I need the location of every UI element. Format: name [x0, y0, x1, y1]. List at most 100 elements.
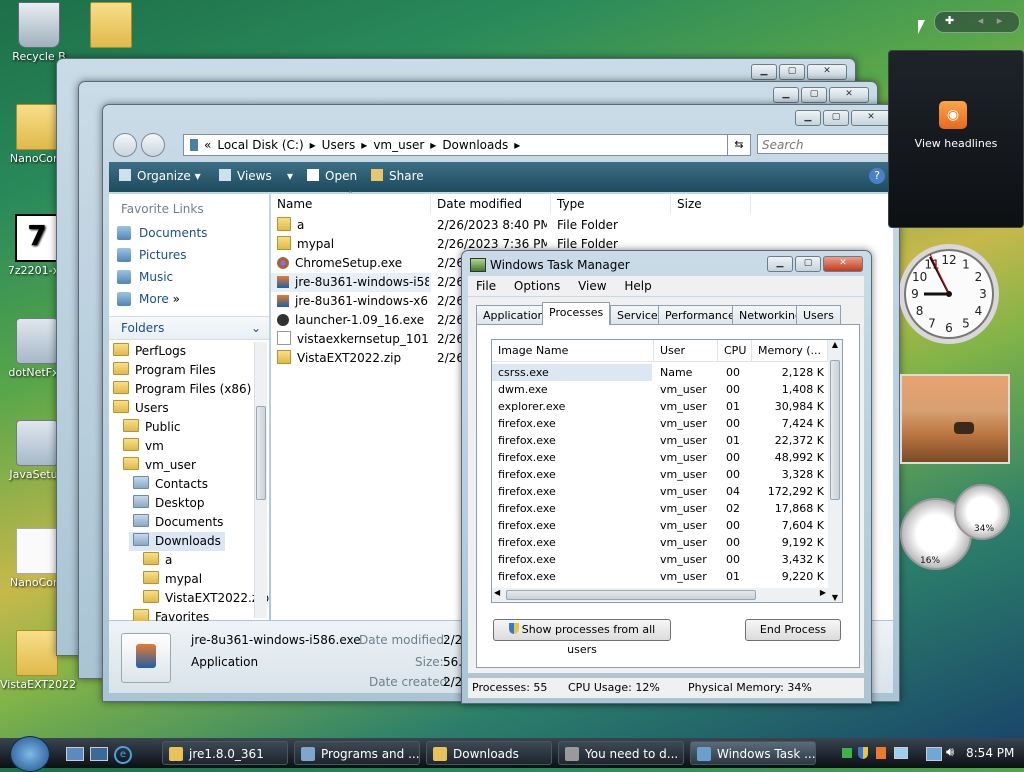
column-header-size[interactable]: Size	[671, 194, 751, 214]
maximize-button[interactable]: ▢	[823, 110, 849, 126]
process-row[interactable]: firefox.exe vm_user 04 172,292 K	[492, 483, 828, 500]
breadcrumb-item[interactable]: Downloads	[442, 138, 508, 152]
close-button[interactable]: ✕	[851, 110, 891, 126]
tree-item[interactable]: PerfLogs	[109, 342, 269, 361]
tree-item[interactable]: vm_user	[109, 456, 269, 475]
scroll-left-icon[interactable]: ◀	[494, 588, 500, 597]
organize-button[interactable]: Organize ▾	[119, 169, 201, 183]
share-button[interactable]: Share	[371, 169, 424, 183]
tray-shield-icon[interactable]	[858, 747, 868, 759]
breadcrumb-chevron-icon[interactable]: ▸	[514, 138, 520, 152]
minimize-button[interactable]: ▁	[795, 110, 821, 126]
process-column-2[interactable]: CPU	[718, 340, 752, 362]
network-icon[interactable]	[926, 747, 942, 761]
help-icon[interactable]: ?	[869, 168, 885, 184]
desktop-icon-recycle-b[interactable]: Recycle B	[2, 2, 76, 63]
desktop-icon-folder[interactable]	[74, 2, 148, 50]
menu-help[interactable]: Help	[624, 279, 651, 293]
prev-icon[interactable]: ◂	[978, 14, 984, 27]
column-header-date-modified[interactable]: Date modified	[431, 194, 551, 214]
tree-scrollbar[interactable]	[254, 342, 267, 618]
switch-windows-icon[interactable]	[90, 747, 108, 761]
tree-item[interactable]: mypal	[109, 570, 269, 589]
feed-gadget[interactable]: ◉ View headlines	[888, 50, 1024, 228]
process-row[interactable]: firefox.exe vm_user 00 9,192 K	[492, 534, 828, 551]
taskbar-button[interactable]: Downloads	[426, 741, 552, 765]
menu-file[interactable]: File	[476, 279, 496, 293]
scroll-down-icon[interactable]: ▼	[828, 593, 842, 602]
address-bar[interactable]: « Local Disk (C:) ▸ Users ▸ vm_user ▸ Downloads…	[183, 134, 745, 156]
tray-icon-green[interactable]	[842, 748, 852, 758]
menu-options[interactable]: Options	[514, 279, 560, 293]
process-row[interactable]: csrss.exe 00 2,128 K	[492, 364, 824, 381]
file-row[interactable]: jre-8u361-windows-i58... 2/26	[271, 273, 464, 292]
tree-item[interactable]: VistaEXT2022.zip	[109, 589, 269, 608]
process-row[interactable]: firefox.exe vm_user 01 22,372 K	[492, 432, 828, 449]
minimize-button[interactable]: ▁	[767, 256, 793, 272]
breadcrumb-item[interactable]: Local Disk (C:)	[217, 138, 303, 152]
refresh-button[interactable]: ⇆	[727, 134, 751, 156]
favorite-link-pictures[interactable]: Pictures	[109, 244, 269, 266]
process-column-1[interactable]: User Name	[654, 340, 718, 379]
tree-item[interactable]: Contacts	[109, 475, 269, 494]
tab-processes[interactable]: Processes	[542, 302, 611, 325]
taskbar-button[interactable]: Windows Task ...	[690, 741, 816, 765]
tray-monitor-icon[interactable]	[894, 747, 908, 759]
process-row[interactable]: firefox.exe vm_user 02 17,868 K	[492, 500, 828, 517]
scroll-up-icon[interactable]: ▲	[828, 340, 842, 349]
process-row[interactable]: firefox.exe vm_user 00 48,992 K	[492, 449, 828, 466]
process-row[interactable]: firefox.exe vm_user 00 7,604 K	[492, 517, 828, 534]
back-button[interactable]	[113, 133, 137, 157]
tray-java-icon[interactable]	[876, 747, 886, 759]
close-button[interactable]: ✕	[807, 64, 847, 80]
volume-icon[interactable]: 🔊︎	[946, 745, 954, 760]
taskbar-button[interactable]: jre1.8.0_361	[162, 741, 288, 765]
taskbar-button[interactable]: You need to d...	[558, 741, 684, 765]
tree-item[interactable]: Program Files (x86)	[109, 380, 269, 399]
process-hscroll-thumb[interactable]	[506, 590, 756, 600]
breadcrumb-item[interactable]: vm_user	[373, 138, 424, 152]
process-row[interactable]: dwm.exe vm_user 00 1,408 K	[492, 381, 828, 398]
minimize-button[interactable]: ▁	[773, 87, 799, 103]
process-column-3[interactable]: Memory (...	[752, 340, 828, 362]
breadcrumb-chevron-icon[interactable]: ▸	[361, 138, 367, 152]
views-button[interactable]: Views ▾	[219, 169, 293, 183]
start-button[interactable]	[10, 736, 50, 772]
close-button[interactable]: ✕	[829, 87, 869, 103]
view-headlines-label[interactable]: View headlines	[889, 137, 1023, 150]
process-vscrollbar[interactable]: ▲ ▼	[828, 340, 842, 602]
favorite-link-documents[interactable]: Documents	[109, 222, 269, 244]
scroll-right-icon[interactable]: ▶	[820, 588, 826, 597]
open-button[interactable]: Open	[307, 169, 357, 183]
forward-button[interactable]	[141, 133, 165, 157]
menu-view[interactable]: View	[578, 279, 606, 293]
tab-performance[interactable]: Performance	[658, 305, 742, 325]
maximize-button[interactable]: ▢	[795, 256, 821, 272]
tab-users[interactable]: Users	[796, 305, 841, 325]
folders-header[interactable]: Folders ⌄	[109, 316, 269, 340]
tree-item[interactable]: Desktop	[109, 494, 269, 513]
internet-explorer-icon[interactable]: e	[114, 746, 132, 764]
tree-item[interactable]: Downloads	[129, 532, 225, 551]
process-row[interactable]: firefox.exe vm_user 01 9,220 K	[492, 568, 828, 585]
more-link[interactable]: More »	[109, 288, 269, 310]
process-vscroll-thumb[interactable]	[830, 360, 840, 500]
tree-item[interactable]: Public	[109, 418, 269, 437]
breadcrumb-chevron-icon[interactable]: ▸	[310, 138, 316, 152]
file-row[interactable]: a 2/26/2023 8:40 PM File Folder	[271, 216, 893, 235]
breadcrumb-item[interactable]: Users	[322, 138, 356, 152]
maximize-button[interactable]: ▢	[801, 87, 827, 103]
breadcrumb-item[interactable]: «	[204, 138, 211, 152]
close-button[interactable]: ✕	[823, 256, 863, 272]
end-process-button[interactable]: End Process	[745, 619, 841, 641]
taskbar-button[interactable]: Programs and ...	[294, 741, 420, 765]
process-row[interactable]: firefox.exe vm_user 00 7,424 K	[492, 415, 828, 432]
tree-item[interactable]: Documents	[109, 513, 269, 532]
tree-item[interactable]: Users	[109, 399, 269, 418]
breadcrumb-chevron-icon[interactable]: ▸	[430, 138, 436, 152]
tree-item[interactable]: a	[109, 551, 269, 570]
column-header-type[interactable]: Type	[551, 194, 671, 214]
show-desktop-icon[interactable]	[66, 747, 84, 761]
tree-item[interactable]: Program Files	[109, 361, 269, 380]
chevron-down-icon[interactable]: ⌄	[251, 317, 261, 339]
